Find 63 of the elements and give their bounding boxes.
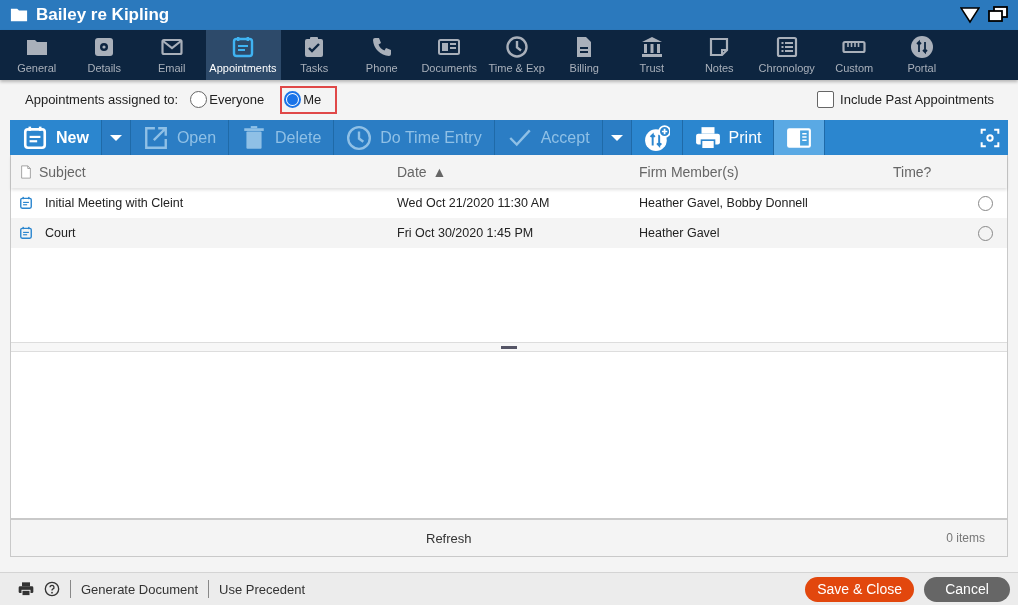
nav-tab[interactable]: Details [70, 29, 138, 80]
nav-tab[interactable]: Email [138, 29, 206, 80]
dropdown-button[interactable] [101, 119, 131, 156]
dropdown-triangle-icon[interactable] [960, 5, 980, 24]
nav-tab[interactable]: Time & Exp [483, 29, 551, 80]
printer-icon [694, 124, 721, 151]
calendar-icon [22, 124, 48, 151]
arrows-circle-icon [909, 35, 934, 60]
table-cell: Court [45, 226, 76, 241]
radio-button[interactable] [284, 91, 302, 109]
list-icon [774, 35, 799, 60]
radio-label[interactable]: Me [303, 92, 322, 108]
nav-tab[interactable]: Trust [618, 29, 686, 80]
splitter-handle[interactable] [501, 346, 517, 349]
window-title: Bailey re Kipling [36, 4, 171, 25]
screenshot-icon[interactable] [980, 127, 1000, 148]
page-icon [19, 164, 33, 180]
nav-tab[interactable]: Documents [415, 29, 483, 80]
cancel-button[interactable]: Cancel [924, 576, 1010, 602]
nav-tab[interactable]: Custom [820, 29, 888, 80]
table-cell: Initial Meeting with Cleint [45, 196, 184, 211]
caret-icon [610, 134, 623, 141]
printer-icon[interactable] [18, 581, 34, 598]
sort-indicator: ▲ [432, 164, 447, 180]
table-cell: Heather Gavel [639, 226, 720, 241]
checkbox[interactable] [817, 91, 835, 109]
item-count: 0 items [946, 531, 985, 546]
save-close-button[interactable]: Save & Close [805, 576, 914, 602]
nav-tab[interactable]: Billing [550, 29, 618, 80]
column-header[interactable]: Firm Member(s) [639, 164, 739, 180]
nav-tab[interactable]: Chronology [753, 29, 821, 80]
help-icon[interactable] [44, 581, 60, 598]
footer-link[interactable]: Use Precedent [219, 581, 306, 597]
caret-icon [109, 134, 122, 141]
sync-add-icon [643, 124, 670, 151]
clock-icon [504, 35, 529, 60]
nav-tab[interactable]: General [3, 29, 71, 80]
calendar-icon [231, 35, 255, 60]
column-header[interactable]: Time? [893, 164, 932, 180]
nav-tab[interactable]: Tasks [280, 29, 348, 80]
calendar-icon [19, 196, 33, 211]
restore-window-icon[interactable] [988, 6, 1008, 24]
nav-tab[interactable]: Notes [685, 29, 753, 80]
column-header[interactable]: Date [397, 164, 427, 180]
table-cell: Fri Oct 30/2020 1:45 PM [397, 226, 534, 241]
bank-icon [639, 35, 664, 60]
dropdown-button[interactable] [602, 119, 632, 156]
table-cell: Wed Oct 21/2020 11:30 AM [397, 196, 550, 211]
table-cell: Heather Gavel, Bobby Donnell [639, 196, 808, 211]
nav-tab[interactable]: Appointments [205, 29, 281, 80]
refresh-link[interactable]: Refresh [426, 530, 472, 546]
radio-label[interactable]: Everyone [209, 92, 265, 108]
nav-tab[interactable]: Portal [888, 29, 956, 80]
checkbox-label[interactable]: Include Past Appointments [840, 92, 994, 108]
nav-tab[interactable]: Phone [348, 29, 416, 80]
column-header[interactable]: Subject [39, 164, 86, 180]
clock-icon [346, 124, 373, 151]
footer-link[interactable]: Generate Document [81, 581, 199, 597]
filter-label: Appointments assigned to: [25, 92, 179, 108]
radio-button[interactable] [190, 91, 208, 109]
toolbar-button[interactable] [774, 119, 826, 156]
external-link-icon [142, 124, 169, 151]
calendar-icon [19, 226, 33, 241]
